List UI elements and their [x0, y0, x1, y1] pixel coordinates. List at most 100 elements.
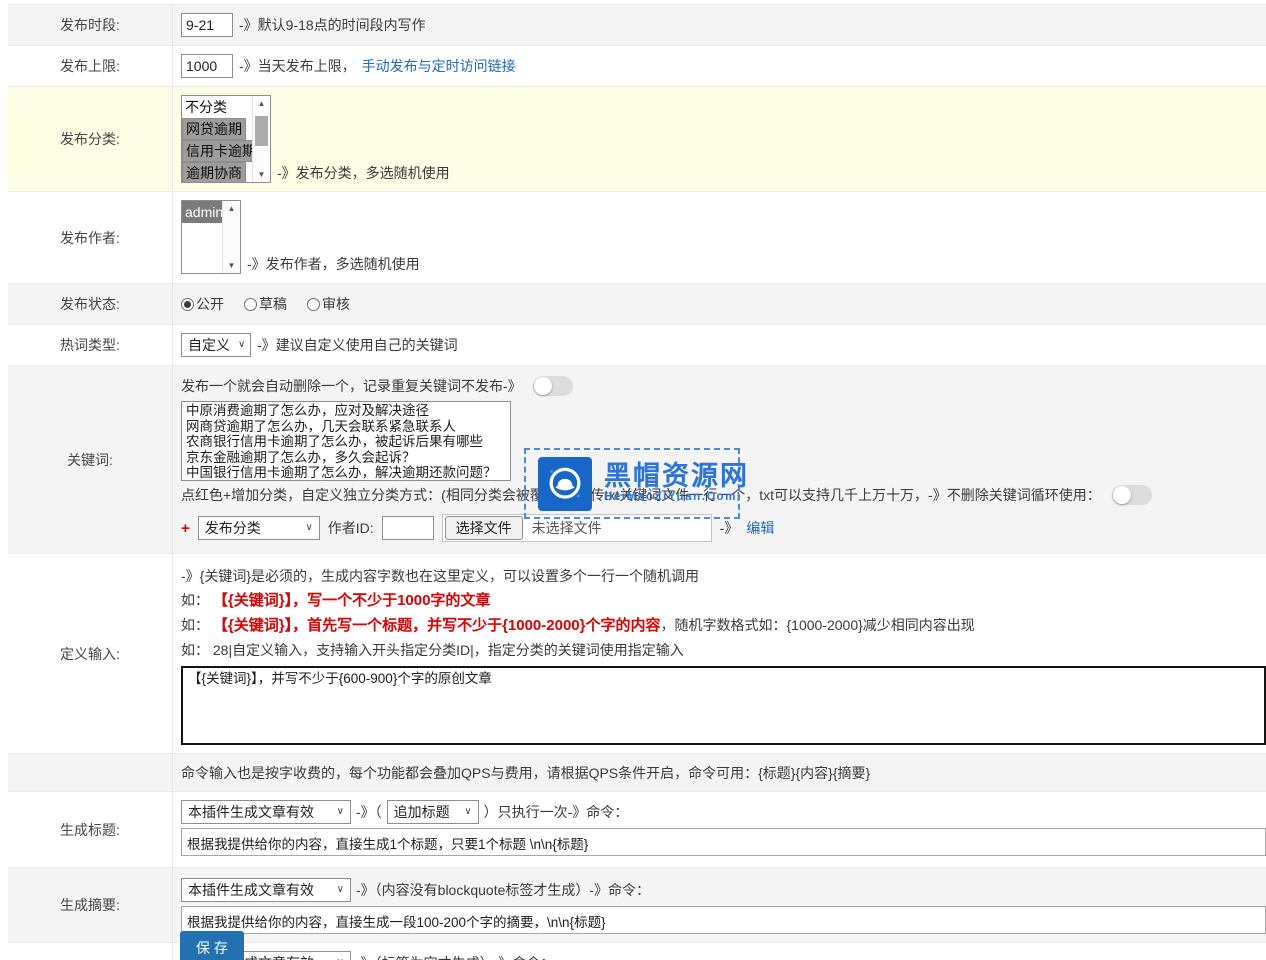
- scroll-up-icon[interactable]: ▲: [253, 96, 270, 111]
- scrollbar[interactable]: ▲ ▼: [222, 201, 240, 273]
- file-status-text: 未选择文件: [532, 518, 602, 538]
- publish-category-note: -》发布分类，多选随机使用: [277, 163, 450, 183]
- scrollbar-thumb[interactable]: [255, 116, 268, 146]
- publish-time-label: 发布时段:: [8, 5, 173, 45]
- define-input-line3: 如： 【{关键词}】，首先写一个标题，并写不少于{1000-2000}个字的内容…: [181, 613, 1266, 638]
- row-publish-limit: 发布上限: -》当天发布上限， 手动发布与定时访问链接: [8, 46, 1266, 87]
- publish-time-input[interactable]: [181, 13, 233, 37]
- chevron-down-icon: ∨: [238, 340, 245, 350]
- row-command-note: 命令输入也是按字收费的，每个功能都会叠加QPS与费用，请根据QPS条件开启，命令…: [8, 754, 1266, 792]
- scroll-down-icon[interactable]: ▼: [253, 167, 270, 182]
- auto-delete-toggle[interactable]: [533, 376, 573, 396]
- publish-category-label: 发布分类:: [8, 87, 173, 191]
- radio-review-label: 审核: [322, 296, 350, 312]
- chevron-down-icon: ∨: [337, 807, 344, 817]
- category-option[interactable]: 信用卡逾期: [182, 140, 252, 162]
- gen-summary-mode-value: 本插件生成文章有效: [188, 880, 314, 900]
- upload-category-select[interactable]: 发布分类 ∨: [198, 516, 320, 540]
- upload-category-value: 发布分类: [205, 518, 261, 538]
- hotword-type-select[interactable]: 自定义 ∨: [181, 333, 251, 357]
- define-input-line4: 如： 28|自定义输入，支持输入开头指定分类ID|，指定分类的关键词使用指定输入: [181, 638, 1266, 662]
- category-option[interactable]: 不分类: [182, 96, 252, 118]
- gen-title-mid: -》（: [356, 802, 382, 822]
- row-publish-category: 发布分类: 不分类 网贷逾期 信用卡逾期 逾期协商 ▲ ▼ -》发: [8, 87, 1266, 192]
- define-input-label: 定义输入:: [8, 554, 173, 753]
- category-option[interactable]: 网贷逾期: [182, 118, 246, 140]
- scrollbar-track[interactable]: [253, 111, 270, 167]
- publish-status-label: 发布状态:: [8, 284, 173, 324]
- file-input[interactable]: 选择文件 未选择文件: [442, 514, 712, 542]
- upload-note: 点红色+增加分类，自定义独立分类方式：(相同分类会被覆盖)，上传txt关键词文件…: [181, 485, 1101, 505]
- example-red-text: 【{关键词}】，写一个不少于1000字的文章: [213, 592, 491, 609]
- publish-author-select[interactable]: admin ▲ ▼: [181, 200, 241, 274]
- choose-file-button[interactable]: 选择文件: [445, 516, 523, 540]
- row-gen-title: 生成标题: 本插件生成文章有效 ∨ -》（ 追加标题 ∨ ）只执行一次-》命令： 根…: [8, 792, 1266, 868]
- radio-public[interactable]: 公开: [181, 294, 224, 314]
- example-rest-text: ，随机字数格式如：{1000-2000}减少相同内容出现: [660, 617, 974, 633]
- gen-summary-tail: -》（内容没有blockquote标签才生成）-》命令：: [356, 880, 650, 900]
- gen-title-mode-select[interactable]: 本插件生成文章有效 ∨: [181, 800, 351, 824]
- gen-title-command-textarea[interactable]: 根据我提供给你的内容，直接生成1个标题，只要1个标题 \n\n{标题}: [181, 828, 1266, 856]
- chevron-down-icon: ∨: [337, 885, 344, 895]
- define-input-line2: 如： 【{关键词}】，写一个不少于1000字的文章: [181, 588, 1266, 613]
- publish-author-note: -》发布作者，多选随机使用: [247, 254, 420, 274]
- scroll-down-icon[interactable]: ▼: [223, 258, 240, 273]
- settings-form: 发布时段: -》默认9-18点的时间段内写作 发布上限: -》当天发布上限， 手…: [8, 4, 1266, 960]
- gen-title-label: 生成标题:: [8, 792, 173, 867]
- author-id-input[interactable]: [382, 516, 434, 540]
- example-prefix: 如：: [181, 617, 209, 633]
- command-note-text: 命令输入也是按字收费的，每个功能都会叠加QPS与费用，请根据QPS条件开启，命令…: [181, 763, 870, 783]
- manual-publish-link[interactable]: 手动发布与定时访问链接: [362, 56, 516, 76]
- gen-summary-command-textarea[interactable]: 根据我提供给你的内容，直接生成一段100-200个字的摘要，\n\n{标题}: [181, 906, 1266, 934]
- gen-tag-tail: -》（标签为空才生成）-》命令：: [356, 953, 554, 960]
- gen-summary-label: 生成摘要:: [8, 868, 173, 942]
- author-option[interactable]: admin: [182, 201, 222, 223]
- keyword-loop-toggle[interactable]: [1112, 485, 1152, 505]
- hotword-type-label: 热词类型:: [8, 325, 173, 365]
- example-red-text: 【{关键词}】，首先写一个标题，并写不少于{1000-2000}个字的内容: [213, 617, 661, 634]
- gen-title-tail: ）只执行一次-》命令：: [484, 802, 629, 822]
- gen-title-append-value: 追加标题: [394, 802, 450, 822]
- row-hotword-type: 热词类型: 自定义 ∨ -》建议自定义使用自己的关键词: [8, 325, 1266, 366]
- scrollbar-track[interactable]: [223, 216, 240, 258]
- add-category-button[interactable]: +: [181, 520, 190, 537]
- gen-tag-label: [8, 943, 173, 960]
- radio-icon[interactable]: [307, 298, 320, 311]
- category-option[interactable]: 逾期协商: [182, 162, 246, 182]
- radio-icon[interactable]: [181, 298, 194, 311]
- define-input-textarea[interactable]: 【{关键词}】，并写不少于{600-900}个字的原创文章: [181, 666, 1266, 745]
- radio-review[interactable]: 审核: [307, 294, 350, 314]
- auto-delete-note: 发布一个就会自动删除一个，记录重复关键词不发布-》: [181, 376, 522, 396]
- edit-arrow: -》: [720, 518, 739, 538]
- row-publish-author: 发布作者: admin ▲ ▼ -》发布作者，多选随机使用: [8, 192, 1266, 284]
- publish-time-note: -》默认9-18点的时间段内写作: [239, 15, 426, 35]
- row-publish-status: 发布状态: 公开 草稿 审核: [8, 284, 1266, 325]
- keywords-textarea[interactable]: 中原消费逾期了怎么办，应对及解决途径 网商贷逾期了怎么办，几天会联系紧急联系人 …: [181, 401, 511, 481]
- publish-limit-label: 发布上限:: [8, 46, 173, 86]
- publish-limit-input[interactable]: [181, 54, 233, 78]
- gen-summary-mode-select[interactable]: 本插件生成文章有效 ∨: [181, 878, 351, 902]
- define-input-line1: -》{关键词}是必须的，生成内容字数也在这里定义，可以设置多个一行一个随机调用: [181, 564, 1266, 588]
- scrollbar[interactable]: ▲ ▼: [252, 96, 270, 182]
- radio-icon[interactable]: [244, 298, 257, 311]
- hotword-type-note: -》建议自定义使用自己的关键词: [257, 335, 458, 355]
- publish-category-select[interactable]: 不分类 网贷逾期 信用卡逾期 逾期协商 ▲ ▼: [181, 95, 271, 183]
- chevron-down-icon: ∨: [464, 807, 471, 817]
- hotword-type-value: 自定义: [188, 335, 230, 355]
- radio-public-label: 公开: [196, 296, 224, 312]
- radio-draft[interactable]: 草稿: [244, 294, 287, 314]
- publish-author-label: 发布作者:: [8, 192, 173, 283]
- publish-limit-note: -》当天发布上限，: [239, 56, 356, 76]
- row-publish-time: 发布时段: -》默认9-18点的时间段内写作: [8, 5, 1266, 46]
- command-note-label: [8, 754, 173, 791]
- keywords-label: 关键词:: [8, 366, 173, 553]
- row-define-input: 定义输入: -》{关键词}是必须的，生成内容字数也在这里定义，可以设置多个一行一…: [8, 554, 1266, 754]
- gen-title-append-select[interactable]: 追加标题 ∨: [387, 800, 479, 824]
- save-button[interactable]: 保 存: [180, 931, 244, 960]
- row-keywords: 关键词: 发布一个就会自动删除一个，记录重复关键词不发布-》 中原消费逾期了怎么…: [8, 366, 1266, 554]
- scroll-up-icon[interactable]: ▲: [223, 201, 240, 216]
- author-id-label: 作者ID:: [328, 518, 374, 538]
- gen-title-mode-value: 本插件生成文章有效: [188, 802, 314, 822]
- edit-link[interactable]: 编辑: [746, 518, 774, 538]
- chevron-down-icon: ∨: [305, 523, 312, 533]
